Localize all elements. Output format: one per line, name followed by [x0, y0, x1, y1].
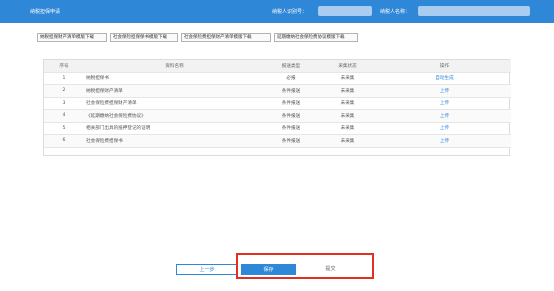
row-no: 4 [44, 109, 84, 123]
row-name: 社会保险费担保财产清单 [84, 97, 265, 110]
row-name: 纳税担保书 [84, 72, 265, 85]
table-row: 3 社会保险费担保财产清单 条件报送 未采集 上传 [44, 97, 511, 110]
row-no: 1 [44, 72, 84, 85]
upload-link[interactable]: 上传 [440, 139, 449, 144]
row-type: 条件报送 [265, 134, 317, 148]
row-status: 未采集 [317, 134, 378, 148]
previous-step-button[interactable]: 上一步 [176, 264, 238, 275]
download-social-insurance-property-template-button[interactable]: 社会保险费担保财产清单模版下载 [181, 33, 271, 42]
row-no: 6 [44, 134, 84, 148]
row-status: 未采集 [317, 97, 378, 110]
page-header: 纳税担保申请 纳税人识别号： 纳税人名称： [0, 0, 554, 23]
row-status: 未采集 [317, 84, 378, 98]
table-header-row: 序号 资料名称 报送类型 采集状态 操作 [44, 60, 511, 73]
row-no: 5 [44, 122, 84, 135]
table-row: 5 相关部门出具的抵押登记的证明 条件报送 未采集 上传 [44, 122, 511, 135]
row-name: 《延期缴纳社会保险费协议》 [84, 109, 265, 123]
row-type: 条件报送 [265, 122, 317, 135]
table-row: 4 《延期缴纳社会保险费协议》 条件报送 未采集 上传 [44, 109, 511, 123]
column-header-no: 序号 [44, 60, 84, 73]
highlight-box [236, 253, 374, 279]
row-type: 条件报送 [265, 109, 317, 123]
materials-table: 序号 资料名称 报送类型 采集状态 操作 1 纳税担保书 必报 未采集 自动生成… [43, 59, 511, 156]
table-row: 2 纳税担保财产清单 条件报送 未采集 上传 [44, 84, 511, 98]
column-header-name: 资料名称 [84, 60, 265, 73]
column-header-operation: 操作 [378, 60, 511, 73]
row-type: 条件报送 [265, 97, 317, 110]
upload-link[interactable]: 上传 [440, 89, 449, 94]
auto-generate-link[interactable]: 自动生成 [435, 76, 453, 81]
column-header-status: 采集状态 [317, 60, 378, 73]
row-type: 必报 [265, 72, 317, 85]
row-type: 条件报送 [265, 84, 317, 98]
row-status: 未采集 [317, 122, 378, 135]
row-name: 纳税担保财产清单 [84, 84, 265, 98]
row-no: 3 [44, 97, 84, 110]
download-deferred-payment-agreement-template-button[interactable]: 延期缴纳社会保险费协议模版下载 [274, 33, 358, 42]
taxpayer-id-redacted [318, 6, 372, 16]
download-social-insurance-guarantee-template-button[interactable]: 社会保险担保保书模版下载 [110, 33, 178, 42]
row-name: 相关部门出具的抵押登记的证明 [84, 122, 265, 135]
taxpayer-name-label: 纳税人名称： [380, 9, 411, 15]
row-status: 未采集 [317, 72, 378, 85]
upload-link[interactable]: 上传 [440, 126, 449, 131]
download-tax-guarantee-property-template-button[interactable]: 纳税担保财产清单模版下载 [37, 33, 107, 42]
row-name: 社会保险费担保书 [84, 134, 265, 148]
table-row: 6 社会保险费担保书 条件报送 未采集 上传 [44, 134, 511, 148]
table-row: 1 纳税担保书 必报 未采集 自动生成 [44, 72, 511, 85]
taxpayer-id-label: 纳税人识别号： [272, 9, 308, 15]
column-header-type: 报送类型 [265, 60, 317, 73]
row-status: 未采集 [317, 109, 378, 123]
upload-link[interactable]: 上传 [440, 101, 449, 106]
page-title: 纳税担保申请 [30, 9, 61, 15]
taxpayer-name-redacted [418, 6, 530, 16]
row-no: 2 [44, 84, 84, 98]
upload-link[interactable]: 上传 [440, 114, 449, 119]
